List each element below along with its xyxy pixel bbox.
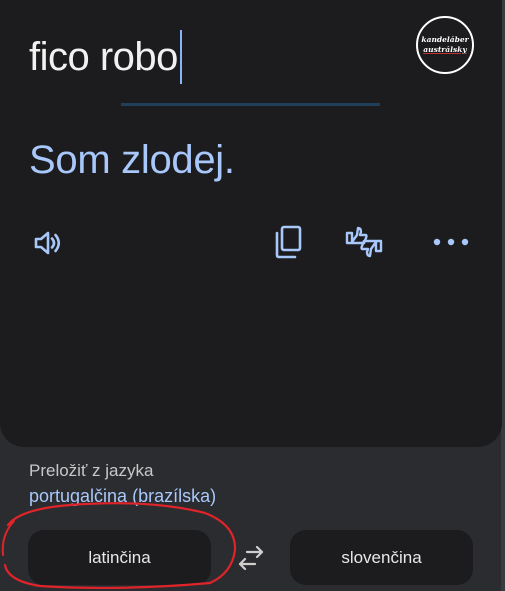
badge-line-1: kandeláber <box>421 35 469 44</box>
source-input-underline <box>121 103 380 106</box>
source-language-button[interactable]: latinčina <box>28 530 211 585</box>
detected-language-link[interactable]: portugalčina (brazílska) <box>29 486 216 507</box>
source-text-input[interactable]: fico robo <box>29 30 182 84</box>
swap-languages-icon[interactable] <box>237 545 265 571</box>
feedback-icon[interactable] <box>344 224 384 262</box>
speaker-icon[interactable] <box>30 226 64 260</box>
source-text: fico robo <box>29 34 178 79</box>
profile-badge[interactable]: kandeláber austrálsky <box>416 16 474 74</box>
more-icon[interactable] <box>432 232 472 252</box>
text-caret <box>179 30 182 84</box>
translation-output: Som zlodej. <box>29 138 235 182</box>
translation-card: fico robo kandeláber austrálsky Som zlod… <box>0 0 502 447</box>
copy-icon[interactable] <box>274 224 304 260</box>
target-language-label: slovenčina <box>341 547 422 567</box>
target-language-button[interactable]: slovenčina <box>290 530 473 585</box>
translate-screen: fico robo kandeláber austrálsky Som zlod… <box>0 0 505 591</box>
source-language-label: latinčina <box>88 547 151 567</box>
translate-from-label: Preložiť z jazyka <box>29 461 154 480</box>
badge-line-2: austrálsky <box>423 45 467 54</box>
